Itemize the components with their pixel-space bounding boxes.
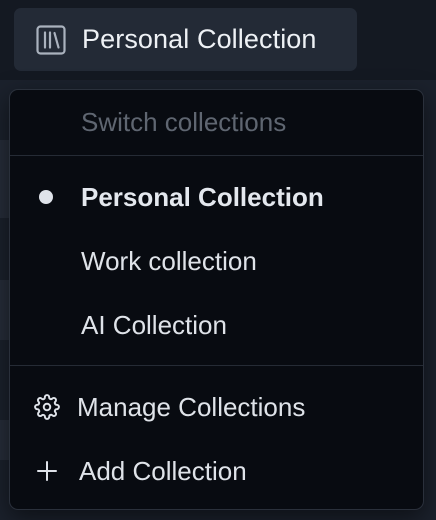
collection-switcher-button[interactable]: Personal Collection <box>14 8 357 71</box>
add-collection-button[interactable]: Add Collection <box>10 443 423 499</box>
manage-collections-label: Manage Collections <box>77 391 306 422</box>
collection-item-ai[interactable]: AI Collection <box>10 297 423 353</box>
divider <box>10 155 423 156</box>
selected-bullet-icon <box>39 190 53 204</box>
collection-item-label: AI Collection <box>81 309 227 340</box>
gear-icon <box>33 393 61 421</box>
collection-item-work[interactable]: Work collection <box>10 233 423 289</box>
menu-header: Switch collections <box>81 107 287 137</box>
divider <box>10 365 423 366</box>
collection-item-label: Work collection <box>81 245 257 276</box>
collection-switcher-label: Personal Collection <box>82 24 317 54</box>
library-icon <box>36 24 66 55</box>
add-collection-label: Add Collection <box>79 455 247 486</box>
collection-item-personal[interactable]: Personal Collection <box>10 169 423 225</box>
collections-dropdown-menu: Switch collections Personal Collection W… <box>9 89 424 510</box>
collection-item-label: Personal Collection <box>81 181 324 212</box>
plus-icon <box>33 457 61 485</box>
manage-collections-button[interactable]: Manage Collections <box>10 379 423 435</box>
